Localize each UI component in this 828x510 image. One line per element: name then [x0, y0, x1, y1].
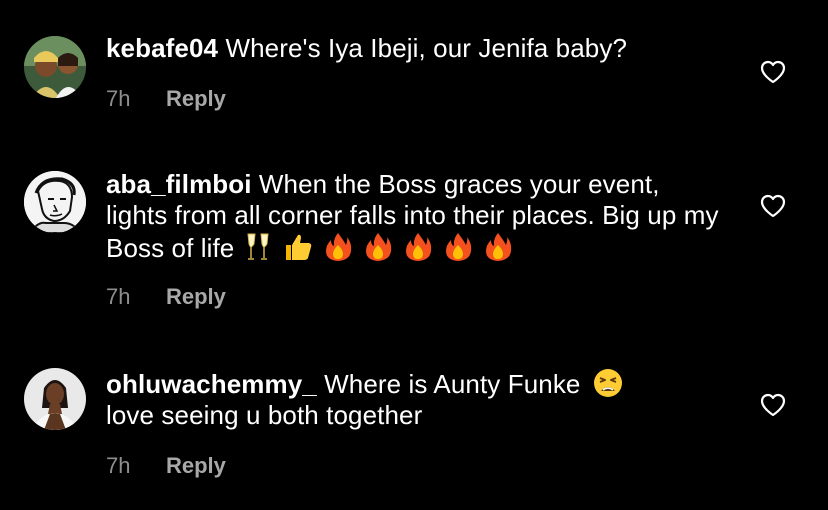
- user-avatar[interactable]: [24, 36, 86, 98]
- reply-button[interactable]: Reply: [166, 284, 226, 310]
- comment-text: aba_filmboi When the Boss graces your ev…: [106, 169, 726, 264]
- thumbs-up-icon: [286, 234, 312, 260]
- comment-meta: 7h Reply: [106, 86, 726, 112]
- comment-username[interactable]: ohluwachemmy_: [106, 369, 317, 399]
- comment-message: Where's Iya Ibeji, our Jenifa baby?: [225, 33, 627, 63]
- fire-icon: [486, 233, 512, 261]
- champagne-glasses-icon: [247, 233, 269, 260]
- fire-icon: [326, 233, 352, 261]
- emoji-row: [242, 231, 514, 263]
- comment-timestamp: 7h: [106, 284, 131, 309]
- heart-outline-icon[interactable]: [760, 393, 786, 417]
- comment-username[interactable]: kebafe04: [106, 33, 218, 63]
- comment-message-continued: love seeing u both together: [106, 400, 423, 430]
- comment-body: ohluwachemmy_ Where is Aunty Funke love …: [106, 367, 726, 479]
- comment-meta: 7h Reply: [106, 284, 726, 310]
- comment-meta: 7h Reply: [106, 453, 726, 479]
- comment-body: kebafe04 Where's Iya Ibeji, our Jenifa b…: [106, 33, 726, 112]
- fire-icon: [406, 233, 432, 261]
- comment-timestamp: 7h: [106, 453, 131, 478]
- fire-icon: [366, 233, 392, 261]
- comment-body: aba_filmboi When the Boss graces your ev…: [106, 169, 726, 310]
- user-avatar[interactable]: [24, 171, 86, 233]
- comment-text: ohluwachemmy_ Where is Aunty Funke love …: [106, 367, 726, 431]
- heart-outline-icon[interactable]: [760, 60, 786, 84]
- reply-button[interactable]: Reply: [166, 453, 226, 479]
- reply-button[interactable]: Reply: [166, 86, 226, 112]
- heart-outline-icon[interactable]: [760, 194, 786, 218]
- tired-face-icon: [593, 369, 622, 397]
- comment-username[interactable]: aba_filmboi: [106, 169, 252, 199]
- comment-text: kebafe04 Where's Iya Ibeji, our Jenifa b…: [106, 33, 726, 64]
- fire-icon: [446, 233, 472, 261]
- user-avatar[interactable]: [24, 368, 86, 430]
- comment-timestamp: 7h: [106, 86, 131, 111]
- comment-message: Where is Aunty Funke: [324, 369, 581, 399]
